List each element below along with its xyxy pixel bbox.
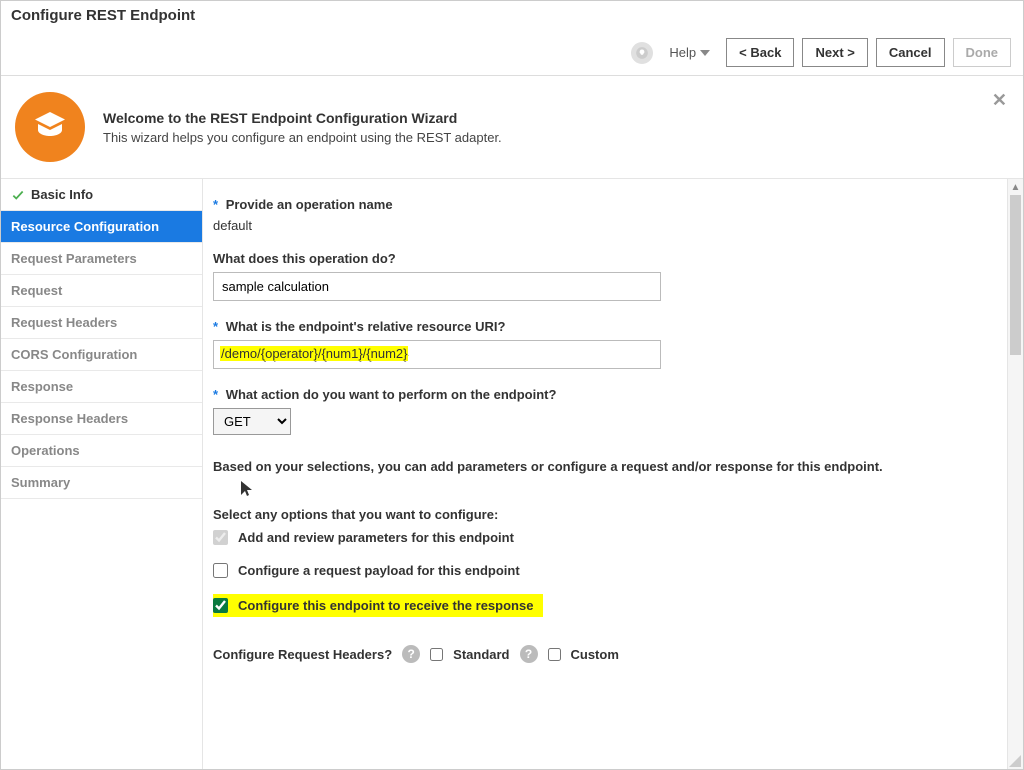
sidebar-item-resource-configuration[interactable]: Resource Configuration xyxy=(1,211,202,243)
sidebar-item-operations[interactable]: Operations xyxy=(1,435,202,467)
operation-name-value: default xyxy=(213,218,1005,233)
sidebar-item-label: CORS Configuration xyxy=(11,347,137,362)
sidebar-item-cors-configuration[interactable]: CORS Configuration xyxy=(1,339,202,371)
wizard-sidebar: Basic Info Resource Configuration Reques… xyxy=(1,179,203,769)
sidebar-item-summary[interactable]: Summary xyxy=(1,467,202,499)
sidebar-item-label: Request Headers xyxy=(11,315,117,330)
uri-input[interactable] xyxy=(213,340,661,369)
done-button: Done xyxy=(953,38,1012,67)
next-button[interactable]: Next > xyxy=(802,38,867,67)
help-dropdown[interactable]: Help xyxy=(661,45,718,60)
option-receive-response[interactable]: Configure this endpoint to receive the r… xyxy=(213,594,543,617)
sidebar-item-request-parameters[interactable]: Request Parameters xyxy=(1,243,202,275)
close-icon[interactable]: ✕ xyxy=(992,90,1007,111)
help-status-icon xyxy=(631,42,653,64)
required-star-icon: * xyxy=(213,319,218,334)
page-title: Configure REST Endpoint xyxy=(1,1,1023,30)
headers-label: Configure Request Headers? xyxy=(213,647,392,662)
operation-name-label: * Provide an operation name xyxy=(213,197,1005,212)
wizard-content: * Provide an operation name default What… xyxy=(203,179,1023,769)
sidebar-item-label: Request xyxy=(11,283,62,298)
help-icon[interactable]: ? xyxy=(402,645,420,663)
sidebar-item-label: Basic Info xyxy=(31,187,93,202)
sidebar-item-label: Summary xyxy=(11,475,70,490)
sidebar-item-label: Resource Configuration xyxy=(11,219,159,234)
welcome-subtitle: This wizard helps you configure an endpo… xyxy=(103,130,502,145)
sidebar-item-label: Response Headers xyxy=(11,411,128,426)
sidebar-item-basic-info[interactable]: Basic Info xyxy=(1,179,202,211)
required-star-icon: * xyxy=(213,197,218,212)
check-icon xyxy=(11,188,25,202)
sidebar-item-label: Request Parameters xyxy=(11,251,137,266)
scroll-thumb[interactable] xyxy=(1010,195,1021,355)
checkbox-request-payload[interactable] xyxy=(213,563,228,578)
option-request-payload[interactable]: Configure a request payload for this end… xyxy=(213,561,1005,580)
scroll-up-icon[interactable]: ▲ xyxy=(1008,179,1023,195)
action-select[interactable]: GET xyxy=(213,408,291,435)
option-add-parameters: Add and review parameters for this endpo… xyxy=(213,528,1005,547)
wizard-icon xyxy=(15,92,85,162)
help-icon[interactable]: ? xyxy=(520,645,538,663)
sidebar-item-request-headers[interactable]: Request Headers xyxy=(1,307,202,339)
required-star-icon: * xyxy=(213,387,218,402)
wizard-window: Configure REST Endpoint Help < Back Next… xyxy=(0,0,1024,770)
options-label: Select any options that you want to conf… xyxy=(213,507,1005,522)
help-label: Help xyxy=(669,45,696,60)
back-button[interactable]: < Back xyxy=(726,38,794,67)
custom-label: Custom xyxy=(571,647,619,662)
sidebar-item-request[interactable]: Request xyxy=(1,275,202,307)
welcome-banner: Welcome to the REST Endpoint Configurati… xyxy=(1,76,1023,179)
selection-note: Based on your selections, you can add pa… xyxy=(213,459,1005,474)
cursor-icon xyxy=(241,481,253,500)
checkbox-custom-headers[interactable] xyxy=(548,648,561,661)
checkbox-standard-headers[interactable] xyxy=(430,648,443,661)
toolbar: Help < Back Next > Cancel Done xyxy=(1,30,1023,76)
configure-request-headers-row: Configure Request Headers? ? Standard ? … xyxy=(213,645,1005,663)
welcome-text: Welcome to the REST Endpoint Configurati… xyxy=(103,110,502,145)
uri-label: * What is the endpoint's relative resour… xyxy=(213,319,1005,334)
sidebar-item-label: Response xyxy=(11,379,73,394)
sidebar-item-response-headers[interactable]: Response Headers xyxy=(1,403,202,435)
resize-handle-icon[interactable] xyxy=(1007,753,1021,767)
chevron-down-icon xyxy=(700,50,710,56)
checkbox-receive-response[interactable] xyxy=(213,598,228,613)
cancel-button[interactable]: Cancel xyxy=(876,38,945,67)
description-label: What does this operation do? xyxy=(213,251,1005,266)
form-area: * Provide an operation name default What… xyxy=(203,179,1023,769)
scrollbar[interactable]: ▲ xyxy=(1007,179,1023,769)
sidebar-item-label: Operations xyxy=(11,443,80,458)
standard-label: Standard xyxy=(453,647,509,662)
sidebar-item-response[interactable]: Response xyxy=(1,371,202,403)
wizard-body: Basic Info Resource Configuration Reques… xyxy=(1,179,1023,769)
description-input[interactable] xyxy=(213,272,661,301)
checkbox-add-parameters xyxy=(213,530,228,545)
welcome-title: Welcome to the REST Endpoint Configurati… xyxy=(103,110,502,126)
action-label: * What action do you want to perform on … xyxy=(213,387,1005,402)
